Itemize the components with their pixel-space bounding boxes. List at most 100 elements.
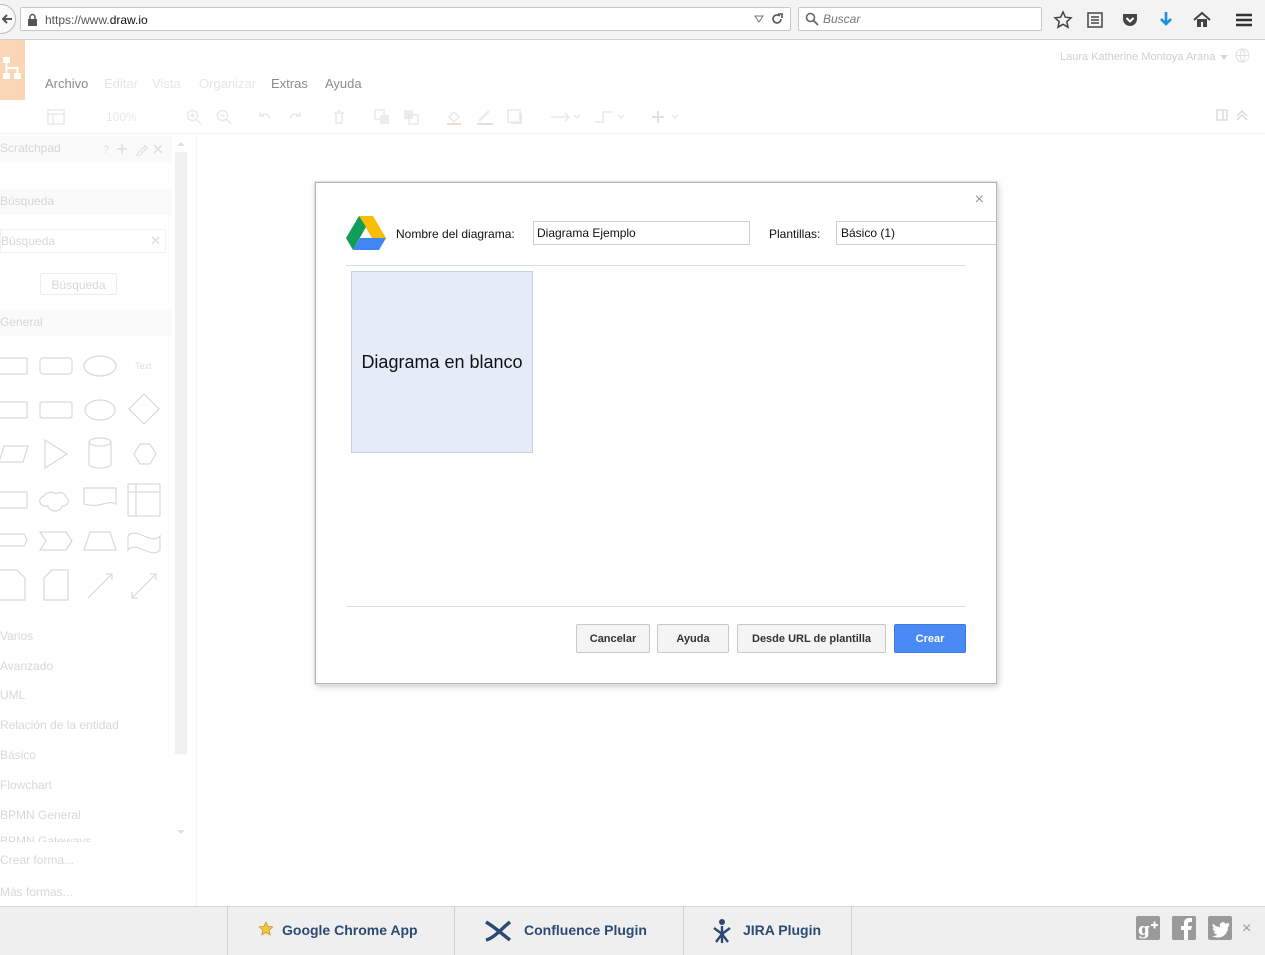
waypoints-icon[interactable] bbox=[594, 109, 624, 125]
from-template-url-button[interactable]: Desde URL de plantilla bbox=[737, 624, 886, 653]
google-plus-icon[interactable]: g bbox=[1136, 916, 1160, 940]
menu-ayuda[interactable]: Ayuda bbox=[325, 76, 362, 91]
shape-rect-2 bbox=[0, 401, 28, 419]
back-button[interactable] bbox=[0, 4, 16, 34]
url-bar[interactable]: https://www.draw.io bbox=[20, 7, 791, 31]
shape-trapezoid bbox=[83, 531, 117, 551]
shape-tape bbox=[127, 532, 161, 554]
section-basico[interactable]: Básico bbox=[0, 748, 36, 762]
reload-icon[interactable] bbox=[770, 12, 784, 26]
page-view-icon[interactable] bbox=[47, 109, 65, 125]
clear-search-icon[interactable]: ✕ bbox=[150, 233, 161, 249]
more-shapes-link[interactable]: Más formas... bbox=[0, 885, 73, 899]
blank-diagram-label: Diagrama en blanco bbox=[361, 352, 523, 372]
browser-search-bar[interactable] bbox=[798, 7, 1042, 31]
download-icon[interactable] bbox=[1156, 10, 1176, 30]
create-button[interactable]: Crear bbox=[894, 624, 966, 653]
cancel-button[interactable]: Cancelar bbox=[576, 624, 650, 653]
browser-search-input[interactable] bbox=[823, 10, 1033, 28]
shape-card-2 bbox=[43, 569, 69, 601]
home-icon[interactable] bbox=[1192, 10, 1212, 30]
scratchpad-header[interactable]: Scratchpad ? bbox=[0, 136, 172, 162]
diagram-name-input[interactable] bbox=[533, 221, 750, 245]
redo-icon[interactable] bbox=[288, 109, 304, 125]
jira-plugin-label: JIRA Plugin bbox=[743, 922, 822, 938]
shape-search-field[interactable]: ✕ bbox=[0, 229, 166, 253]
delete-icon[interactable] bbox=[331, 109, 347, 125]
shape-parallelogram bbox=[0, 445, 29, 463]
connection-icon[interactable] bbox=[550, 109, 580, 125]
bookmark-star-icon[interactable] bbox=[1053, 10, 1073, 30]
zoom-level[interactable]: 100% bbox=[106, 110, 137, 124]
shape-cylinder bbox=[88, 437, 112, 469]
language-globe-icon[interactable] bbox=[1235, 48, 1250, 63]
hamburger-menu-icon[interactable] bbox=[1234, 10, 1254, 30]
templates-select[interactable]: Básico (1) bbox=[836, 221, 996, 245]
menu-organizar[interactable]: Organizar bbox=[199, 76, 256, 91]
blank-diagram-tile[interactable]: Diagrama en blanco bbox=[351, 271, 533, 453]
fill-color-icon[interactable] bbox=[446, 109, 462, 125]
scratchpad-tools-icon[interactable]: ? bbox=[100, 142, 166, 156]
shape-table-lines bbox=[128, 484, 160, 516]
zoom-out-icon[interactable] bbox=[216, 109, 232, 125]
section-avanzado[interactable]: Avanzado bbox=[0, 659, 53, 673]
shape-text: Text bbox=[135, 361, 152, 371]
facebook-icon[interactable] bbox=[1172, 916, 1196, 940]
scrollbar-graphic bbox=[175, 142, 187, 834]
new-diagram-dialog: × Nombre del diagrama: Plantillas: Básic… bbox=[315, 182, 997, 684]
svg-text:g: g bbox=[1138, 920, 1150, 940]
confluence-icon bbox=[485, 920, 512, 942]
format-panel-icon[interactable] bbox=[1216, 109, 1228, 121]
line-color-icon[interactable] bbox=[476, 109, 494, 125]
search-icon bbox=[805, 12, 819, 26]
dialog-close-button[interactable]: × bbox=[975, 191, 984, 209]
section-varios[interactable]: Varios bbox=[0, 629, 33, 643]
dialog-top-divider bbox=[346, 265, 966, 266]
shadow-icon[interactable] bbox=[507, 109, 523, 125]
user-name[interactable]: Laura Katherine Montoya Arana bbox=[1060, 51, 1215, 63]
shape-bidirectional-arrow bbox=[131, 573, 157, 599]
menu-archivo[interactable]: Archivo bbox=[45, 76, 88, 91]
twitter-icon[interactable] bbox=[1208, 916, 1232, 940]
jira-icon bbox=[713, 919, 731, 943]
general-shapes-palette[interactable]: Text bbox=[0, 346, 172, 606]
shape-card bbox=[0, 533, 28, 547]
shape-ellipse-2 bbox=[84, 399, 116, 421]
chrome-app-link[interactable]: Google Chrome App bbox=[227, 907, 454, 955]
footer-close-button[interactable]: × bbox=[1242, 920, 1251, 938]
to-front-icon[interactable] bbox=[374, 109, 390, 125]
create-shape-link[interactable]: Crear forma... bbox=[0, 853, 74, 867]
url-prefix: https://www. bbox=[45, 13, 110, 27]
shape-search-input[interactable] bbox=[1, 233, 141, 249]
insert-icon[interactable] bbox=[650, 109, 680, 125]
section-uml[interactable]: UML bbox=[0, 688, 25, 702]
confluence-plugin-link[interactable]: Confluence Plugin bbox=[454, 907, 683, 955]
section-bpmn-general[interactable]: BPMN General bbox=[0, 808, 81, 822]
to-back-icon[interactable] bbox=[403, 109, 419, 125]
undo-icon[interactable] bbox=[256, 109, 272, 125]
menu-extras[interactable]: Extras bbox=[271, 76, 308, 91]
google-drive-icon bbox=[346, 216, 386, 250]
dialog-bottom-divider bbox=[346, 606, 966, 607]
url-dropdown-icon[interactable] bbox=[754, 13, 764, 25]
general-section-header[interactable]: General bbox=[0, 310, 172, 336]
pocket-icon[interactable] bbox=[1120, 10, 1140, 30]
section-flowchart[interactable]: Flowchart bbox=[0, 778, 52, 792]
shape-step bbox=[38, 531, 73, 551]
shape-process bbox=[0, 491, 28, 509]
shape-search-button[interactable]: Búsqueda bbox=[40, 273, 117, 295]
jira-plugin-link[interactable]: JIRA Plugin bbox=[683, 907, 852, 955]
menu-vista[interactable]: Vista bbox=[152, 76, 181, 91]
user-dropdown-icon[interactable] bbox=[1220, 55, 1228, 61]
sidebar-scrollbar[interactable] bbox=[174, 140, 188, 840]
menu-editar[interactable]: Editar bbox=[104, 76, 138, 91]
scratchpad-title: Scratchpad bbox=[0, 141, 61, 155]
section-relacion-entidad[interactable]: Relación de la entidad bbox=[0, 718, 119, 732]
promo-footer: Google Chrome App Confluence Plugin JIRA… bbox=[0, 906, 1265, 955]
search-section-header[interactable]: Búsqueda bbox=[0, 189, 172, 215]
section-bpmn-gateways[interactable]: BPMN Gateways bbox=[0, 834, 91, 842]
help-button[interactable]: Ayuda bbox=[657, 624, 729, 653]
collapse-icon[interactable] bbox=[1236, 109, 1248, 121]
zoom-in-icon[interactable] bbox=[186, 109, 202, 125]
reading-list-icon[interactable] bbox=[1085, 10, 1105, 30]
